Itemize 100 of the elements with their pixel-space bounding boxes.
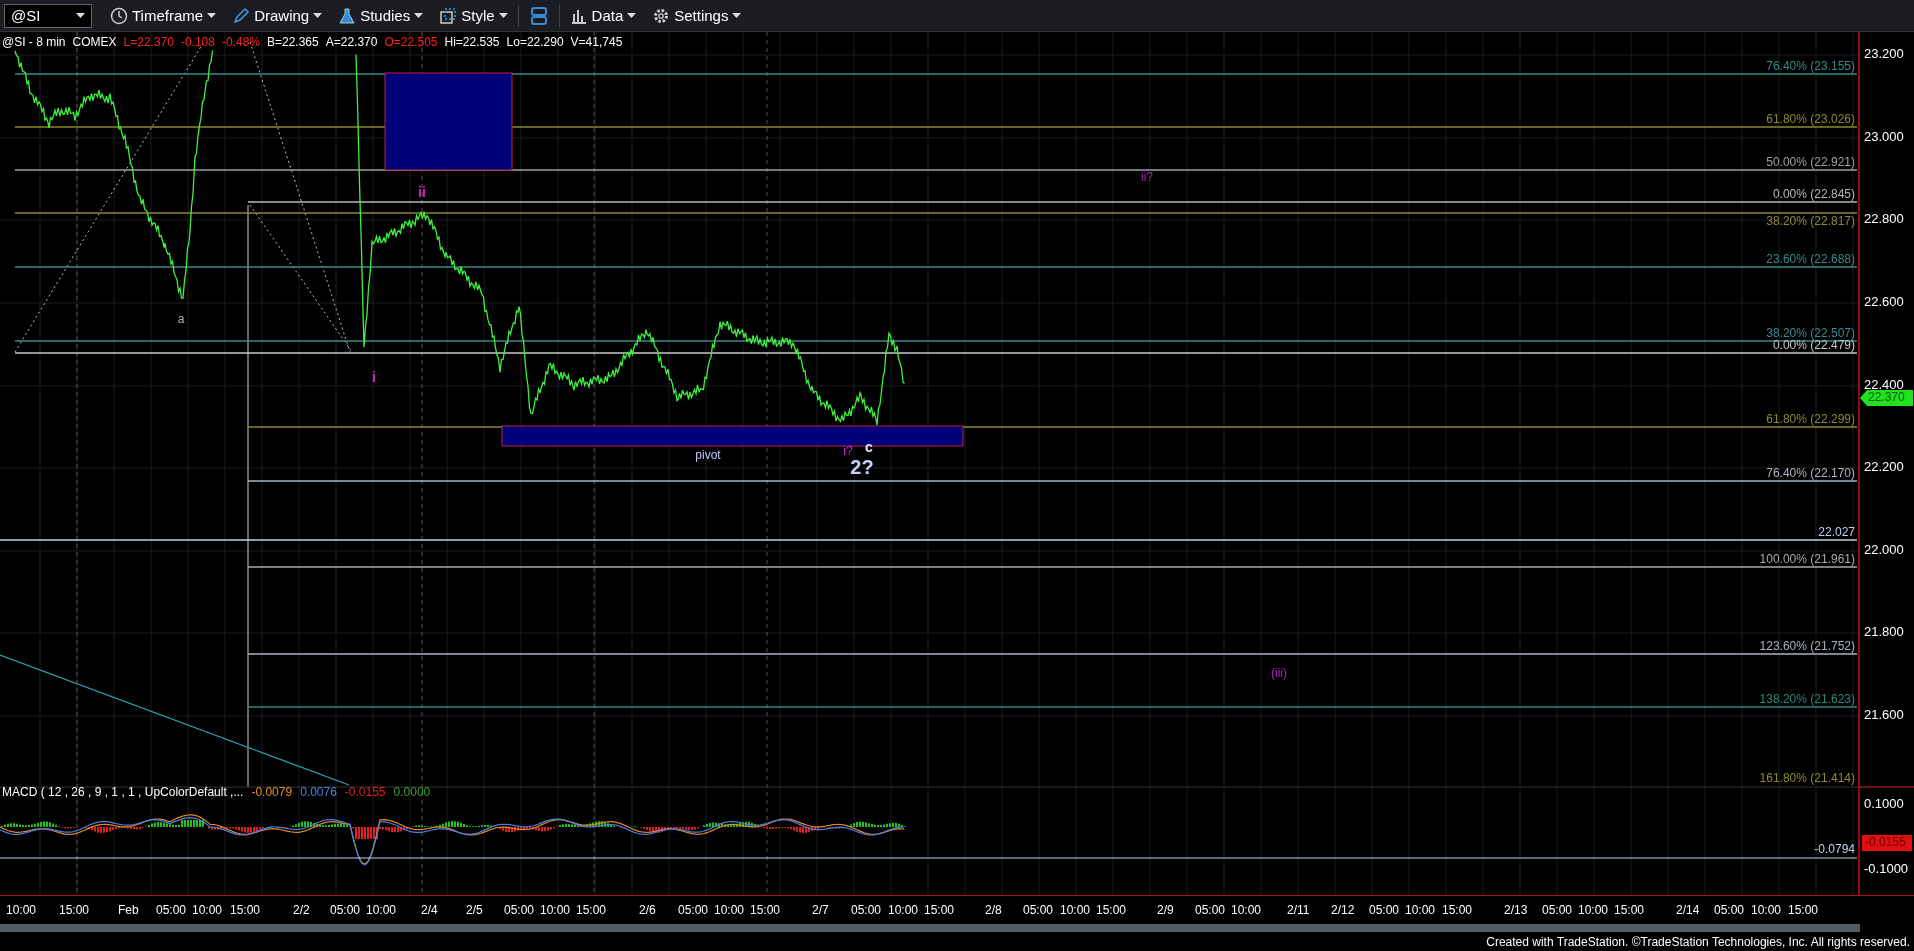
fib-level-label: 76.40% (22.170) — [1766, 466, 1855, 480]
price-axis-label: 23.000 — [1864, 129, 1904, 145]
time-axis-label: 05:00 — [851, 903, 882, 917]
symbol-field[interactable]: @SI — [4, 3, 92, 28]
time-axis-label: 10:00 — [1578, 903, 1609, 917]
toolbar-menu-button[interactable]: Settings — [646, 2, 748, 29]
quote-value: -0.108 — [180, 35, 215, 49]
time-axis-label: 05:00 — [1369, 903, 1400, 917]
indicator-value: 0.0000 — [393, 785, 431, 799]
fib-level-label: 0.00% (22.845) — [1772, 187, 1855, 201]
indicator-value: 0.0076 — [300, 785, 337, 799]
fib-level-label: 100.00% (21.961) — [1759, 552, 1855, 566]
price-axis-label: 22.200 — [1864, 459, 1904, 475]
last-price-tag: 22.370 — [1860, 390, 1913, 406]
time-axis-label: 05:00 — [1714, 903, 1745, 917]
indicator-value: -0.0079 — [251, 785, 293, 799]
toolbar-menu-button[interactable]: Drawing — [226, 2, 329, 29]
time-axis-label: 05:00 — [1195, 903, 1226, 917]
quote-value: @SI - 8 min — [2, 35, 66, 49]
copyright-text: Created with TradeStation. ©TradeStation Technologies, Inc. All rights reserved. — [1486, 935, 1910, 949]
time-axis-label: 15:00 — [230, 903, 261, 917]
macd-axis-label: -0.1000 — [1864, 861, 1909, 877]
caret-icon — [732, 13, 742, 18]
quote-value: Lo=22.290 — [506, 35, 564, 49]
price-axis-label: 21.800 — [1864, 624, 1904, 640]
indicator-value: -0.0155 — [344, 785, 386, 799]
time-axis-label: 10:00 — [366, 903, 397, 917]
caret-icon — [76, 13, 85, 18]
quote-value: -0.48% — [221, 35, 260, 49]
caret-icon — [313, 13, 323, 18]
time-axis-label: 2/4 — [421, 903, 438, 917]
time-axis-label: 2/2 — [293, 903, 310, 917]
wave-label: a — [177, 312, 185, 327]
fib-level-label: 61.80% (23.026) — [1766, 112, 1855, 126]
fib-level-label: 38.20% (22.817) — [1766, 214, 1855, 228]
time-axis-label: 2/7 — [812, 903, 829, 917]
quote-value: O=22.505 — [384, 35, 438, 49]
price-axis-label: 22.600 — [1864, 294, 1904, 310]
fib-level-label: 161.80% (21.414) — [1759, 771, 1855, 785]
indicator-label: MACD ( 12 , 26 , 9 , 1 , 1 , UpColorDefault ,... — [2, 785, 244, 799]
time-axis-label: 10:00 — [1231, 903, 1262, 917]
caret-icon — [414, 13, 424, 18]
macd-value-tag: -0.0155 — [1862, 835, 1912, 851]
fib-level-label: 76.40% (23.155) — [1766, 59, 1855, 73]
macd-axis-label: 0.1000 — [1864, 796, 1904, 812]
fib-level-label: 22.027 — [1818, 525, 1855, 539]
time-axis-label: 15:00 — [1614, 903, 1645, 917]
fib-level-label: 0.00% (22.479) — [1772, 338, 1855, 352]
wave-label: (iii) — [1271, 666, 1287, 681]
time-axis-label: 05:00 — [1542, 903, 1573, 917]
time-axis-label: 10:00 — [1751, 903, 1782, 917]
fib-level-label: 38.20% (22.507) — [1766, 326, 1855, 340]
time-axis-label: 05:00 — [504, 903, 535, 917]
toolbar-menu-button[interactable]: Studies — [332, 2, 430, 29]
time-axis-label: 10:00 — [714, 903, 745, 917]
time-axis-label: 05:00 — [678, 903, 709, 917]
style-icon — [439, 6, 458, 25]
fib-level-label: 138.20% (21.623) — [1759, 692, 1855, 706]
time-axis-label: 15:00 — [59, 903, 90, 917]
time-axis-label: 2/6 — [639, 903, 656, 917]
quote-value: V=41,745 — [570, 35, 623, 49]
macd-level-label: -0.0794 — [1814, 842, 1855, 856]
fib-level-label: 23.60% (22.688) — [1766, 252, 1855, 266]
quote-value: A=22.370 — [325, 35, 378, 49]
wave-label: c — [865, 438, 873, 455]
time-axis-label: 10:00 — [6, 903, 37, 917]
wave-label: 2? — [850, 456, 874, 479]
wave-label: pivot — [695, 448, 721, 463]
fib-level-label: 50.00% (22.921) — [1766, 155, 1855, 169]
time-axis-label: 15:00 — [750, 903, 781, 917]
scrollbar[interactable] — [0, 924, 1860, 932]
time-axis-label: 2/9 — [1157, 903, 1174, 917]
wave-label: ii — [418, 183, 426, 200]
time-axis-label: 15:00 — [576, 903, 607, 917]
pencil-icon — [232, 6, 251, 25]
time-axis-label: 15:00 — [1096, 903, 1127, 917]
flask-icon — [338, 6, 357, 25]
time-axis-label: 10:00 — [888, 903, 919, 917]
time-axis-label: 2/11 — [1287, 903, 1310, 917]
wave-label: i? — [843, 444, 853, 459]
fib-level-label: 61.80% (22.299) — [1766, 412, 1855, 426]
toolbar-menu-button[interactable]: Timeframe — [104, 2, 223, 29]
toolbar-menu-button[interactable]: Data — [563, 2, 643, 29]
time-axis-label: 2/12 — [1331, 903, 1355, 917]
price-axis-label: 23.200 — [1864, 46, 1904, 62]
quote-value: Hi=22.535 — [444, 35, 500, 49]
wave-label: ii? — [1141, 170, 1153, 185]
price-axis-label: 22.400 — [1864, 377, 1904, 393]
price-axis-label: 21.600 — [1864, 707, 1904, 723]
wave-label: i — [372, 368, 376, 385]
quote-value: L=22.370 — [123, 35, 174, 49]
time-axis-label: 10:00 — [192, 903, 223, 917]
caret-icon — [627, 13, 637, 18]
time-axis-label: 05:00 — [156, 903, 187, 917]
caret-icon — [498, 13, 508, 18]
time-axis-label: 2/8 — [985, 903, 1002, 917]
settings-icon — [652, 6, 671, 25]
time-axis-label: 2/5 — [466, 903, 483, 917]
time-axis-label: 05:00 — [330, 903, 361, 917]
toolbar-menu-button[interactable]: Style — [433, 2, 514, 29]
